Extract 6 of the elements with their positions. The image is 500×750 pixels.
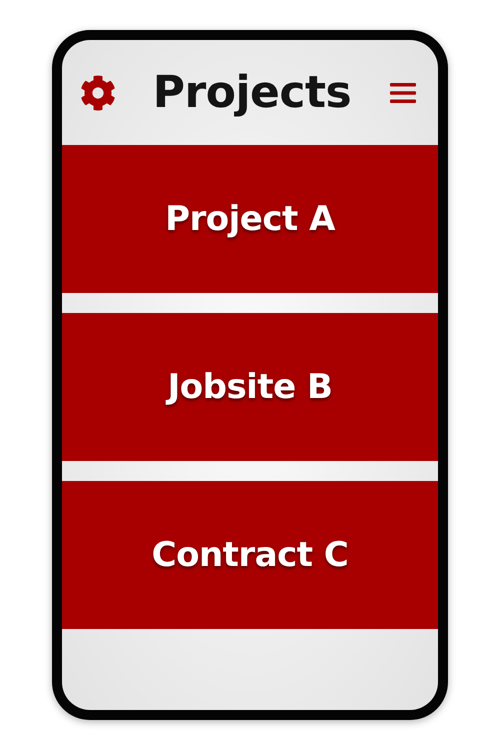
project-card[interactable]: Jobsite B xyxy=(62,313,438,461)
settings-icon[interactable] xyxy=(80,74,116,110)
page-title: Projects xyxy=(152,67,352,118)
menu-icon[interactable] xyxy=(388,80,418,104)
project-card[interactable]: Contract C xyxy=(62,481,438,629)
project-card[interactable]: Project A xyxy=(62,145,438,293)
